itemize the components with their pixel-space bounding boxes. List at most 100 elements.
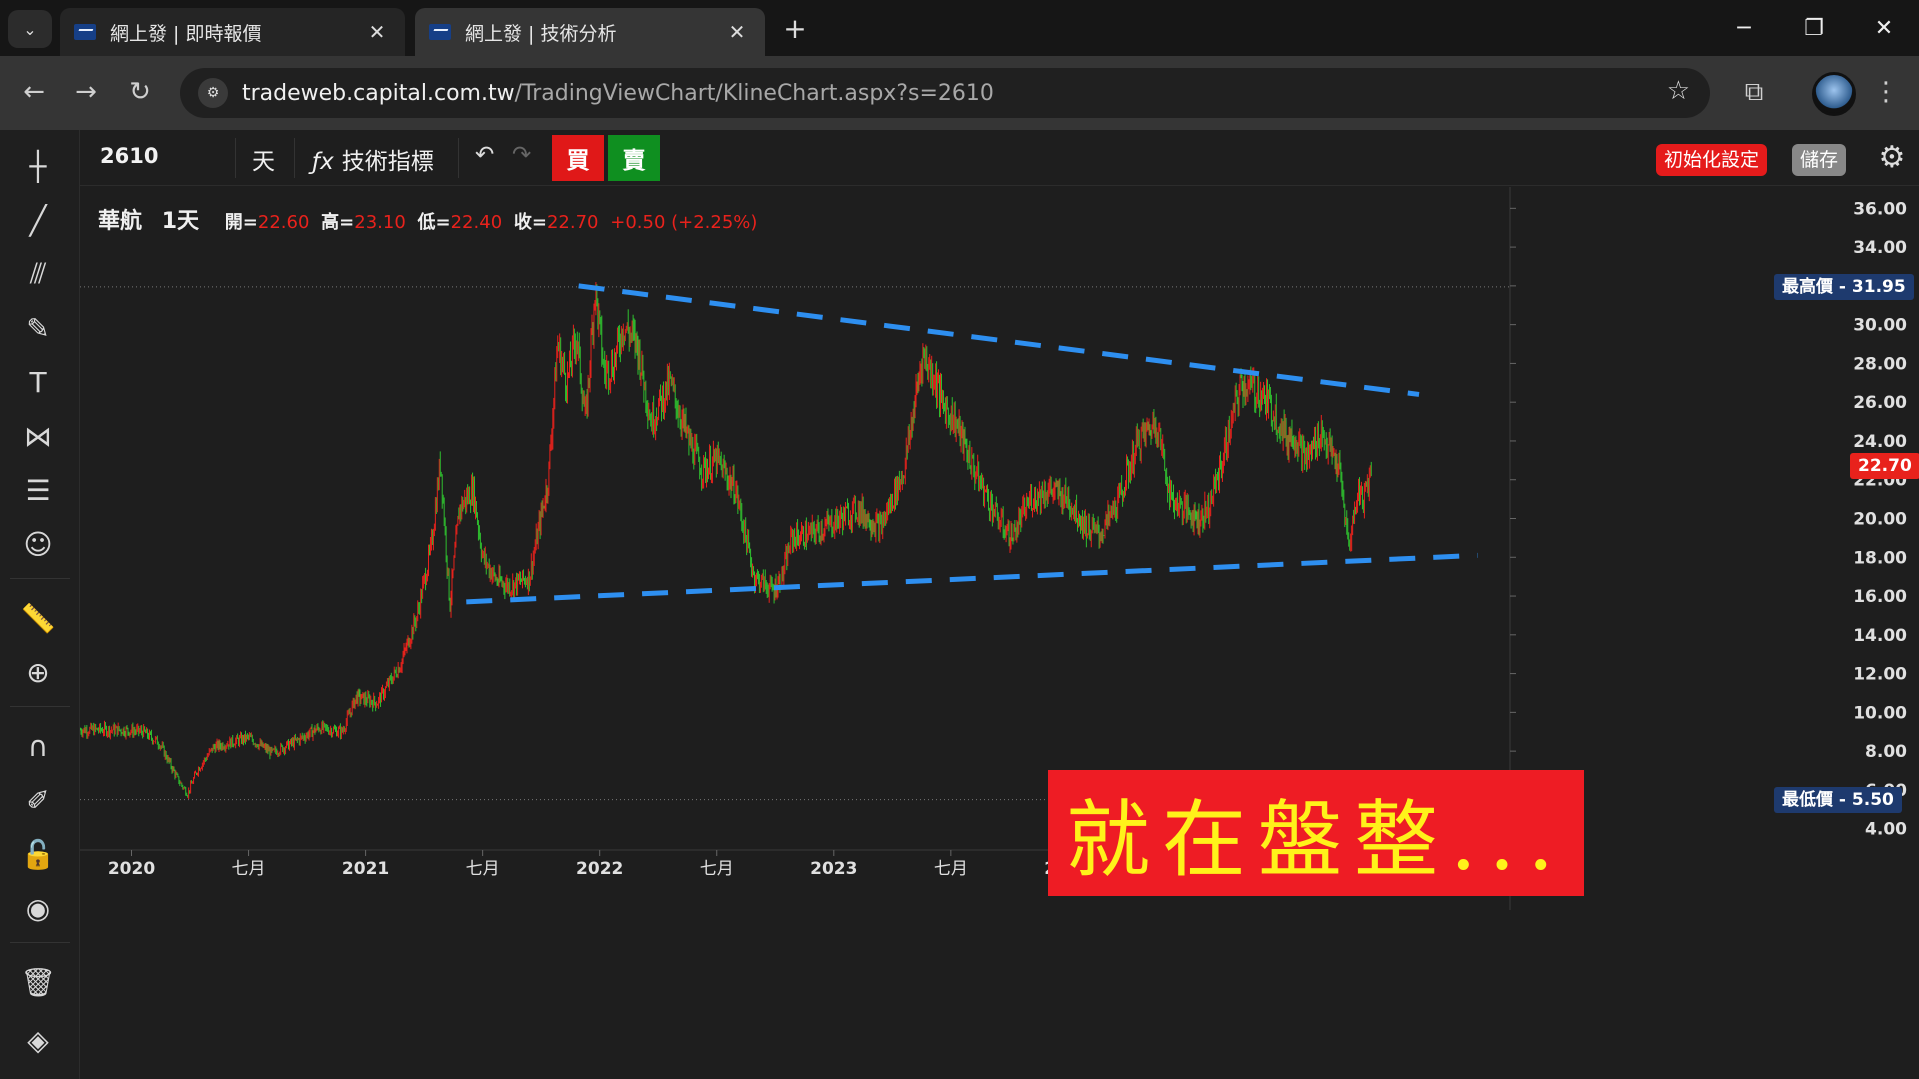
tab-search-button[interactable]: ⌄: [8, 10, 52, 48]
y-tick-label: 10.00: [1853, 703, 1907, 723]
bookmark-star-icon[interactable]: ☆: [1667, 76, 1690, 106]
trash-icon[interactable]: 🗑: [18, 962, 58, 1002]
toolbar-divider: [294, 138, 295, 178]
y-tick-label: 8.00: [1865, 742, 1907, 762]
x-tick-label: 七月: [232, 859, 266, 879]
address-bar[interactable]: ⚙ tradeweb.capital.com.tw/TradingViewCha…: [180, 68, 1710, 118]
emoji-icon[interactable]: ☺: [18, 524, 58, 564]
toolbar-divider: [10, 578, 70, 579]
close-label: 收=: [513, 212, 547, 233]
navigation-bar: ← → ↻ ⚙ tradeweb.capital.com.tw/TradingV…: [0, 56, 1919, 130]
minimize-button[interactable]: ─: [1709, 0, 1779, 56]
ohlc-legend: 華航 1天 開=22.60 高=23.10 低=22.40 收=22.70 +0…: [98, 203, 757, 235]
gear-icon[interactable]: ⚙: [1872, 140, 1912, 176]
price-chart[interactable]: 4.006.008.0010.0012.0014.0016.0018.0020.…: [80, 187, 1919, 1079]
arrow-left-icon: ←: [23, 77, 45, 107]
browser-tab-chart[interactable]: 網上發 | 技術分析 ✕: [415, 8, 765, 56]
open-value: 22.60: [257, 212, 310, 233]
puzzle-icon: ⧉: [1744, 76, 1764, 107]
trendline-resistance: [578, 283, 1420, 397]
y-tick-label: 12.00: [1853, 665, 1907, 685]
y-tick-label: 34.00: [1853, 238, 1907, 258]
fib-icon[interactable]: ⫻: [18, 254, 58, 294]
function-icon: ƒx: [312, 149, 334, 175]
y-tick-label: 4.00: [1865, 820, 1907, 840]
zoom-in-icon[interactable]: ⊕: [18, 652, 58, 692]
stock-name: 華航: [98, 209, 143, 234]
y-tick-label: 24.00: [1853, 432, 1907, 452]
close-window-button[interactable]: ✕: [1849, 0, 1919, 56]
eye-icon[interactable]: ◉: [18, 888, 58, 928]
url-text: tradeweb.capital.com.tw/TradingViewChart…: [242, 81, 994, 106]
magnet-icon[interactable]: ∩: [18, 726, 58, 766]
close-tab-icon[interactable]: ✕: [723, 20, 751, 44]
arrow-right-icon: →: [75, 77, 97, 107]
tab-title: 網上發 | 即時報價: [110, 22, 262, 45]
restore-button[interactable]: ❐: [1779, 0, 1849, 56]
chart-toolbar: 2610 天 ƒx 技術指標 ↶ ↷ 買 賣 初始化設定 儲存 ⚙: [80, 130, 1919, 186]
y-tick-label: 36.00: [1853, 199, 1907, 219]
pattern-icon[interactable]: ⋈: [18, 416, 58, 456]
text-icon[interactable]: T: [18, 362, 58, 402]
forward-button[interactable]: →: [66, 72, 106, 112]
high-label: 高=: [321, 212, 355, 233]
trendline-icon[interactable]: ╱: [18, 200, 58, 240]
toolbar-divider: [235, 138, 236, 178]
site-favicon-icon: [429, 24, 451, 40]
layers-icon[interactable]: ◈: [18, 1020, 58, 1060]
open-label: 開=: [224, 212, 258, 233]
sell-button[interactable]: 賣: [608, 135, 660, 181]
y-tick-label: 26.00: [1853, 393, 1907, 413]
browser-tab-quotes[interactable]: 網上發 | 即時報價 ✕: [60, 8, 405, 56]
y-tick-label: 30.00: [1853, 316, 1907, 336]
interval-selector[interactable]: 天: [252, 142, 275, 176]
toolbar-divider: [10, 942, 70, 943]
x-tick-label: 2023: [810, 859, 857, 879]
y-tick-label: 28.00: [1853, 354, 1907, 374]
x-tick-label: 七月: [466, 859, 500, 879]
brush-icon[interactable]: ✎: [18, 308, 58, 348]
site-favicon-icon: [74, 24, 96, 40]
max-price-label: 最高價: [1782, 276, 1833, 297]
buy-button[interactable]: 買: [552, 135, 604, 181]
undo-icon[interactable]: ↶: [475, 142, 494, 168]
reload-button[interactable]: ↻: [120, 72, 160, 112]
x-tick-label: 七月: [700, 859, 734, 879]
high-value: 23.10: [354, 212, 406, 233]
extensions-button[interactable]: ⧉: [1734, 72, 1774, 112]
indicators-button[interactable]: ƒx 技術指標: [312, 142, 434, 176]
more-vert-icon: ⋮: [1873, 77, 1899, 107]
redo-icon[interactable]: ↷: [512, 142, 531, 168]
new-tab-button[interactable]: +: [778, 12, 812, 46]
symbol-search[interactable]: 2610: [100, 144, 158, 168]
reload-icon: ↻: [129, 77, 151, 107]
close-value: 22.70: [546, 212, 599, 233]
browser-menu-button[interactable]: ⋮: [1866, 72, 1906, 112]
crosshair-icon[interactable]: ┼: [18, 146, 58, 186]
lock-draw-icon[interactable]: ✐: [18, 780, 58, 820]
candles: [80, 282, 1372, 800]
tab-title: 網上發 | 技術分析: [465, 22, 617, 45]
forecast-icon[interactable]: ☰: [18, 470, 58, 510]
reset-settings-button[interactable]: 初始化設定: [1656, 144, 1768, 176]
close-tab-icon[interactable]: ✕: [363, 20, 391, 44]
trendline-support: [466, 552, 1478, 605]
low-value: 22.40: [450, 212, 503, 233]
url-path: /TradingViewChart/KlineChart.aspx?s=2610: [514, 80, 994, 106]
x-tick-label: 2022: [576, 859, 623, 879]
ruler-icon[interactable]: 📏: [18, 598, 58, 638]
tab-strip: ⌄ 網上發 | 即時報價 ✕ 網上發 | 技術分析 ✕ + ─ ❐ ✕: [0, 0, 1919, 56]
toolbar-divider: [458, 138, 459, 178]
axes: 4.006.008.0010.0012.0014.0016.0018.0020.…: [80, 187, 1919, 1079]
y-tick-label: 18.00: [1853, 548, 1907, 568]
x-tick-label: 2021: [342, 859, 389, 879]
back-button[interactable]: ←: [14, 72, 54, 112]
unlock-icon[interactable]: 🔓: [18, 834, 58, 874]
save-button[interactable]: 儲存: [1792, 144, 1847, 176]
site-info-icon[interactable]: ⚙: [198, 78, 228, 108]
max-price-value: 31.95: [1851, 276, 1906, 297]
y-tick-label: 14.00: [1853, 626, 1907, 646]
profile-avatar[interactable]: [1812, 72, 1856, 116]
toolbar-divider: [10, 706, 70, 707]
chart-area[interactable]: 4.006.008.0010.0012.0014.0016.0018.0020.…: [80, 187, 1919, 1079]
